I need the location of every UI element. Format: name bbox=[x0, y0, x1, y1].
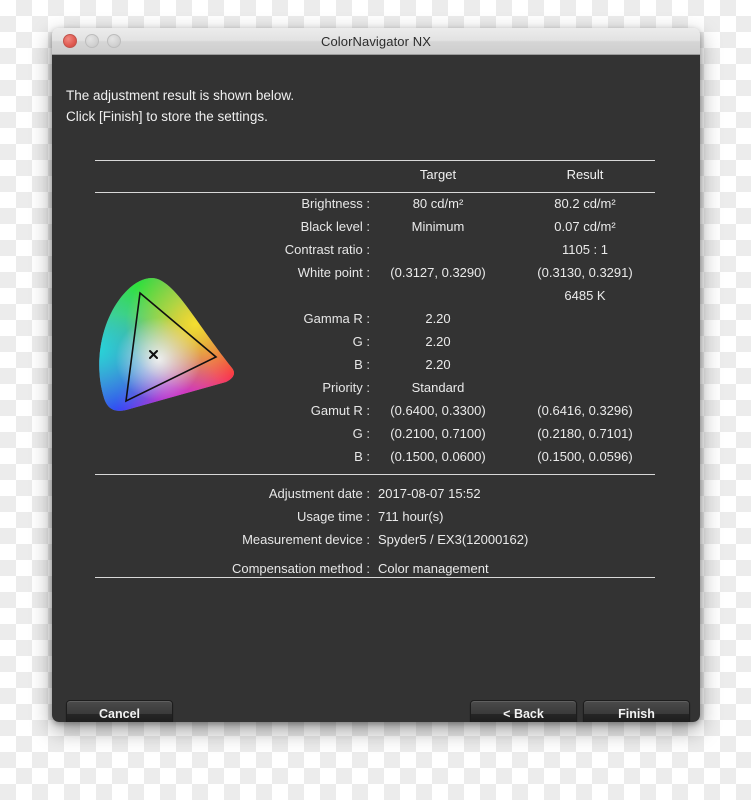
table-row: G : (0.2100, 0.7100) (0.2180, 0.7101) bbox=[52, 426, 700, 449]
divider-top bbox=[95, 160, 655, 161]
finish-button[interactable]: Finish bbox=[583, 700, 690, 722]
info-value: Spyder5 / EX3(12000162) bbox=[378, 532, 529, 547]
row-label: B : bbox=[354, 449, 370, 464]
dialog-body: The adjustment result is shown below. Cl… bbox=[52, 55, 700, 722]
row-target-value: 2.20 bbox=[425, 357, 451, 372]
maximize-window-icon[interactable] bbox=[107, 34, 121, 48]
row-label: Brightness : bbox=[301, 196, 370, 211]
row-target-value: 80 cd/m² bbox=[412, 196, 464, 211]
info-row: Compensation method : Color management bbox=[52, 561, 700, 584]
info-value: 2017-08-07 15:52 bbox=[378, 486, 481, 501]
traffic-light-group bbox=[63, 28, 121, 54]
info-label: Usage time : bbox=[297, 509, 370, 524]
row-target-value: 2.20 bbox=[425, 334, 451, 349]
divider-middle bbox=[95, 474, 655, 475]
info-row: Measurement device : Spyder5 / EX3(120001… bbox=[52, 532, 700, 555]
row-result-value: (0.6416, 0.3296) bbox=[537, 403, 633, 418]
cie-chromaticity-diagram bbox=[99, 278, 234, 411]
colornavigator-window: ColorNavigator NX The adjustment result … bbox=[52, 28, 700, 722]
minimize-window-icon[interactable] bbox=[85, 34, 99, 48]
row-target-value: (0.6400, 0.3300) bbox=[390, 403, 486, 418]
row-target-value: 2.20 bbox=[425, 311, 451, 326]
intro-text: The adjustment result is shown below. Cl… bbox=[66, 88, 295, 124]
row-target-value: (0.3127, 0.3290) bbox=[390, 265, 486, 280]
info-label: Adjustment date : bbox=[268, 486, 370, 501]
table-header-row: Target Result bbox=[52, 167, 700, 190]
row-target-value: Standard bbox=[411, 380, 465, 395]
row-result-value: (0.2180, 0.7101) bbox=[537, 426, 633, 441]
column-header-target: Target bbox=[419, 167, 457, 182]
back-button[interactable]: < Back bbox=[470, 700, 577, 722]
divider-header bbox=[95, 192, 655, 193]
row-result-value: 6485 K bbox=[564, 288, 606, 303]
info-value: Color management bbox=[378, 561, 489, 576]
column-header-result: Result bbox=[566, 167, 604, 182]
row-label: Black level : bbox=[300, 219, 370, 234]
row-label: Contrast ratio : bbox=[284, 242, 370, 257]
table-row: Brightness : 80 cd/m² 80.2 cd/m² bbox=[52, 196, 700, 219]
cancel-button[interactable]: Cancel bbox=[66, 700, 173, 722]
info-label: Compensation method : bbox=[231, 561, 370, 576]
row-result-value: (0.1500, 0.0596) bbox=[537, 449, 633, 464]
chromaticity-gradient bbox=[99, 278, 234, 411]
table-row: Black level : Minimum 0.07 cd/m² bbox=[52, 219, 700, 242]
row-result-value: 80.2 cd/m² bbox=[554, 196, 616, 211]
window-title: ColorNavigator NX bbox=[320, 33, 432, 49]
info-value: 711 hour(s) bbox=[378, 509, 444, 524]
window-titlebar: ColorNavigator NX bbox=[52, 28, 700, 55]
row-target-value: (0.2100, 0.7100) bbox=[390, 426, 486, 441]
row-label: G : bbox=[352, 426, 370, 441]
row-result-value: (0.3130, 0.3291) bbox=[537, 265, 633, 280]
row-result-value: 1105 : 1 bbox=[561, 242, 609, 257]
close-window-icon[interactable] bbox=[63, 34, 77, 48]
info-row: Adjustment date : 2017-08-07 15:52 bbox=[52, 486, 700, 509]
info-label: Measurement device : bbox=[242, 532, 370, 547]
table-row: B : (0.1500, 0.0600) (0.1500, 0.0596) bbox=[52, 449, 700, 472]
info-row: Usage time : 711 hour(s) bbox=[52, 509, 700, 532]
row-target-value: (0.1500, 0.0600) bbox=[390, 449, 486, 464]
row-target-value: Minimum bbox=[411, 219, 465, 234]
row-result-value: 0.07 cd/m² bbox=[554, 219, 616, 234]
